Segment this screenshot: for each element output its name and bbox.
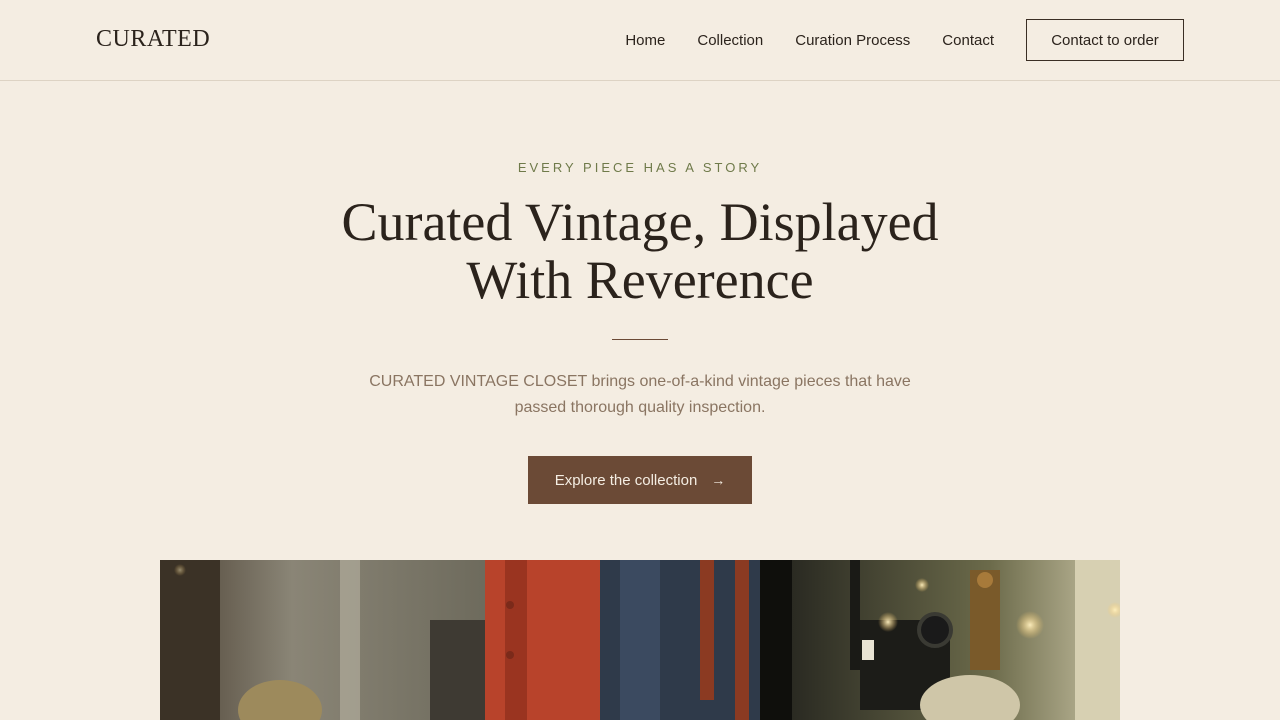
hero-subtitle-line-1: CURATED VINTAGE CLOSET brings one-of-a-k…: [369, 373, 911, 390]
nav-link-collection[interactable]: Collection: [697, 32, 763, 49]
hero-subtitle-line-2: passed thorough quality inspection.: [514, 399, 766, 416]
site-logo[interactable]: CURATED: [96, 26, 210, 53]
main-nav: Home Collection Curation Process Contact…: [625, 0, 1184, 80]
hero-subtitle: CURATED VINTAGE CLOSET brings one-of-a-k…: [340, 369, 940, 421]
explore-collection-label: Explore the collection: [554, 471, 698, 489]
hero-headline: Curated Vintage, Displayed With Reverenc…: [240, 193, 1040, 309]
vintage-store-photo: [160, 560, 1120, 720]
hero-headline-line-2: With Reverence: [466, 250, 814, 310]
hero-divider: [612, 339, 668, 340]
hero-eyebrow: EVERY PIECE HAS A STORY: [517, 160, 763, 175]
nav-link-curation-process[interactable]: Curation Process: [795, 32, 910, 49]
contact-to-order-button[interactable]: Contact to order: [1026, 19, 1184, 61]
hero-image: [160, 560, 1120, 720]
nav-link-home[interactable]: Home: [625, 32, 665, 49]
hero-headline-line-1: Curated Vintage, Displayed: [341, 192, 939, 252]
explore-collection-button[interactable]: Explore the collection →: [528, 456, 752, 504]
site-header: CURATED Home Collection Curation Process…: [0, 0, 1280, 81]
nav-link-contact[interactable]: Contact: [942, 32, 994, 49]
arrow-right-icon: →: [711, 472, 726, 488]
